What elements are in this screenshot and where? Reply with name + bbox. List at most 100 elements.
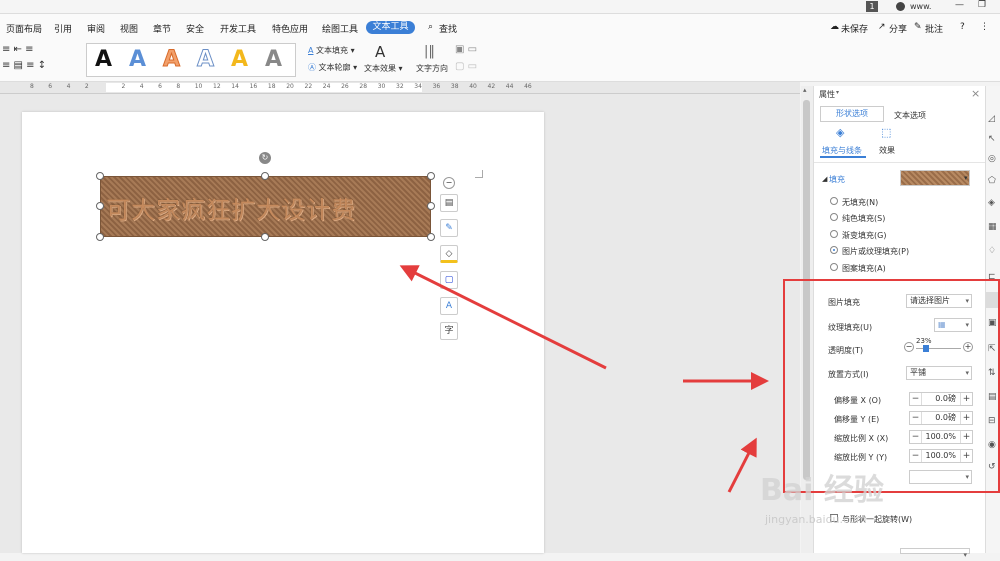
comment-icon: ✎ [914, 22, 922, 32]
resize-handle-n[interactable] [261, 172, 269, 180]
style-orange-outline-button[interactable]: A [162, 47, 180, 73]
tab-text-options[interactable]: 文本选项 [894, 110, 926, 121]
comment-button[interactable]: 批注 [925, 22, 943, 35]
subtab-fill-line[interactable]: 填充与线条 [822, 145, 862, 156]
ruler-tick-label: 34 [414, 83, 422, 90]
text-box-icon[interactable]: A [440, 297, 458, 315]
more-icon[interactable]: ⋮ [980, 22, 989, 32]
pen-icon[interactable]: ✎ [440, 219, 458, 237]
rotate-handle-icon[interactable]: ↻ [259, 152, 271, 164]
brush-icon[interactable]: ♢ [988, 246, 996, 256]
tab-chapter[interactable]: 章节 [153, 22, 171, 35]
tab-text-tools[interactable]: 文本工具 [366, 21, 415, 34]
textbox-icon[interactable]: ▣ ▭ [455, 44, 477, 55]
tab-security[interactable]: 安全 [186, 22, 204, 35]
tab-developer[interactable]: 开发工具 [220, 22, 256, 35]
resize-handle-s[interactable] [261, 233, 269, 241]
scroll-up-icon[interactable]: ▴ [803, 86, 807, 94]
style-black-button[interactable]: A [95, 47, 112, 72]
ruler-tick-label: 38 [450, 83, 459, 90]
radio-picture-texture-fill-label[interactable]: 图片或纹理填充(P) [842, 246, 909, 257]
ruler-tick-label: 40 [469, 83, 477, 90]
text-direction-button[interactable]: 文字方向 [416, 63, 448, 74]
subtab-effect[interactable]: 效果 [879, 145, 895, 156]
ruler-tick-label: 22 [304, 83, 313, 90]
panel-header-dropdown-icon[interactable]: ▾ [836, 89, 839, 96]
text-effect-button[interactable]: 文本效果 ▾ [364, 63, 403, 74]
grid-icon[interactable]: ▦ [988, 222, 997, 232]
radio-solid-fill[interactable] [830, 213, 838, 221]
text-direction-icon[interactable]: |‖ [424, 44, 435, 59]
horizontal-ruler[interactable]: 8 6 4 2 2 4 6 8 10 12 14 16 18 20 22 24 26 28 30 32 34 36 38 40… [0, 82, 800, 94]
ruler-tick-label: 6 [158, 83, 162, 90]
resize-handle-sw[interactable] [96, 233, 104, 241]
tab-references[interactable]: 引用 [54, 22, 72, 35]
tab-special-apps[interactable]: 特色应用 [272, 22, 308, 35]
unsaved-status[interactable]: 未保存 [841, 22, 868, 35]
pin-icon[interactable]: ◈ [988, 198, 995, 208]
page-margin-mark [475, 170, 483, 178]
annotation-highlight-box [783, 279, 1000, 493]
fill-collapse-icon[interactable]: ◢ [822, 175, 827, 183]
tab-view[interactable]: 视图 [120, 22, 138, 35]
style-white-outline-button[interactable]: A [196, 47, 214, 73]
shape-outline-icon[interactable]: ▢ [440, 271, 458, 289]
style-gold-button[interactable]: A [231, 47, 248, 72]
text-outline-button[interactable]: Ⓐ 文本轮廓 ▾ [308, 62, 357, 73]
help-button[interactable]: ? [960, 22, 965, 32]
maximize-icon[interactable]: ❐ [978, 0, 986, 10]
effect-icon[interactable]: ⬚ [881, 126, 891, 139]
close-icon[interactable]: × [971, 87, 980, 100]
text-fill-button[interactable]: A 文本填充 ▾ [308, 45, 355, 56]
radio-gradient-fill-label[interactable]: 渐变填充(G) [842, 230, 886, 241]
draw-icon[interactable]: ◿ [988, 114, 995, 124]
radio-no-fill-label[interactable]: 无填充(N) [842, 197, 878, 208]
tab-shape-options[interactable]: 形状选项 [820, 106, 884, 122]
resize-handle-nw[interactable] [96, 172, 104, 180]
search-label[interactable]: 查找 [439, 22, 457, 35]
tab-drawing-tools[interactable]: 绘图工具 [322, 22, 358, 35]
layout-options-icon[interactable]: ▤ [440, 194, 458, 212]
resize-handle-w[interactable] [96, 202, 104, 210]
text-effect-icon[interactable]: A [375, 43, 385, 61]
radio-picture-texture-fill[interactable] [830, 246, 838, 254]
radio-pattern-fill-label[interactable]: 图案填充(A) [842, 263, 886, 274]
indent-icon[interactable]: ≡ ⇤ ≡ [2, 44, 34, 55]
ruler-tick-label: 2 [84, 83, 89, 90]
locate-icon[interactable]: ◎ [988, 154, 996, 164]
select-icon[interactable]: ↖ [988, 134, 996, 144]
align-icon[interactable]: ≡ ▤ ≡ ↕ [2, 60, 46, 71]
character-icon[interactable]: 字 [440, 322, 458, 340]
radio-no-fill[interactable] [830, 197, 838, 205]
tab-review[interactable]: 审阅 [87, 22, 105, 35]
resize-handle-se[interactable] [427, 233, 435, 241]
radio-gradient-fill[interactable] [830, 230, 838, 238]
resize-handle-e[interactable] [427, 202, 435, 210]
collapse-icon[interactable]: − [443, 177, 455, 189]
ruler-text-area [106, 83, 422, 92]
panel-header[interactable]: 属性 [819, 89, 835, 100]
shape-icon[interactable]: ⬠ [988, 176, 996, 186]
wordart-text[interactable]: 可大家疯狂扩大设计费 [106, 190, 426, 225]
share-button[interactable]: 分享 [889, 22, 907, 35]
ruler-tick-label: 32 [396, 83, 404, 90]
style-blue-button[interactable]: A [129, 47, 146, 72]
fill-section-title[interactable]: 填充 [829, 174, 845, 185]
text-outline-label: 文本轮廓 [318, 63, 351, 72]
tab-page-layout[interactable]: 页面布局 [6, 22, 42, 35]
fill-preview-dropdown[interactable] [900, 170, 970, 186]
search-icon[interactable]: ⌕ [428, 22, 433, 32]
ruler-tick-label: 44 [505, 83, 514, 90]
radio-solid-fill-label[interactable]: 纯色填充(S) [842, 213, 885, 224]
link-icon[interactable]: ▢ ▭ [455, 61, 477, 72]
fill-preview-chevron-icon[interactable]: ▾ [964, 174, 968, 182]
minimize-icon[interactable]: — [955, 0, 964, 10]
style-gray-button[interactable]: A [265, 47, 282, 72]
fill-line-icon[interactable]: ◈ [836, 126, 844, 139]
shape-fill-icon[interactable]: ◇ [440, 245, 458, 263]
radio-pattern-fill[interactable] [830, 263, 838, 271]
cloud-icon: ☁ [830, 22, 839, 32]
avatar[interactable] [896, 2, 905, 11]
bottom-select[interactable] [900, 548, 970, 561]
resize-handle-ne[interactable] [427, 172, 435, 180]
